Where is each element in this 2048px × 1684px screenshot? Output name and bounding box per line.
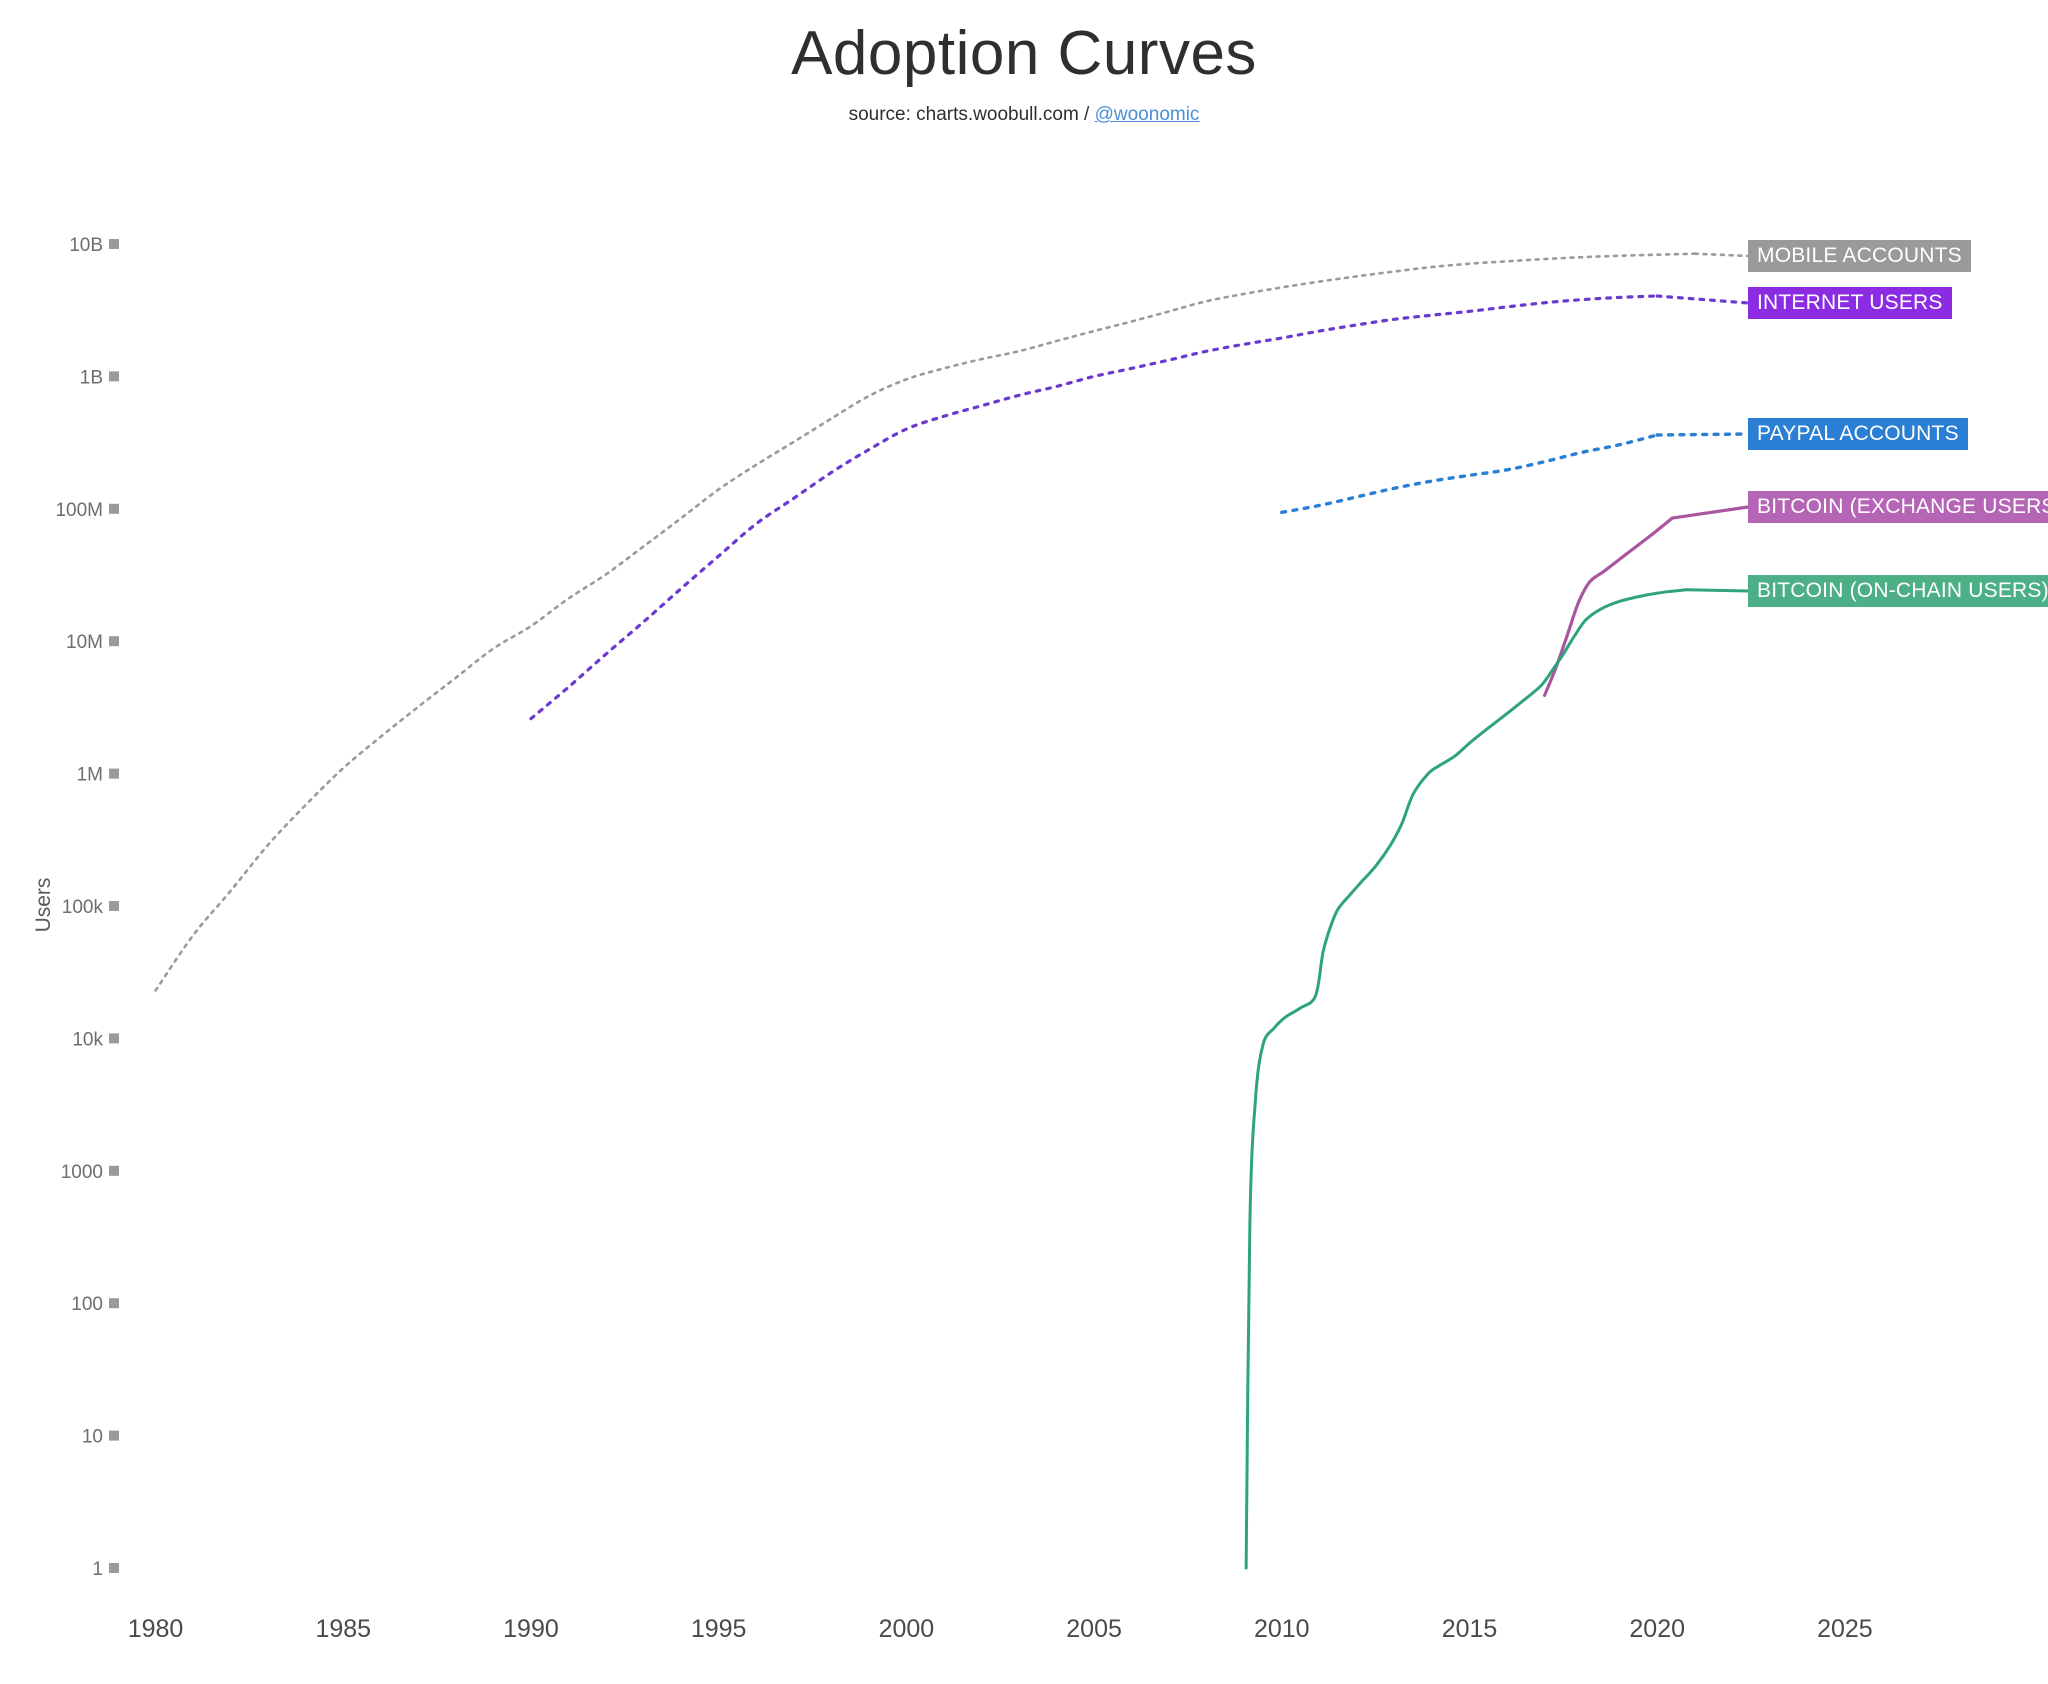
legend-label-text: INTERNET USERS [1757, 291, 1943, 314]
y-tick-marker [109, 1165, 119, 1176]
legend-leader-2 [1655, 432, 1750, 437]
x-tick-label: 1995 [691, 1615, 747, 1643]
y-tick-label: 100k [62, 897, 104, 918]
y-tick-marker [109, 1430, 119, 1441]
axis-titles: Users [32, 878, 55, 933]
plot-area: 10B 1B 100M 10M 1M 100k 10k 1000 100 10 1 1980 1985… [32, 235, 1873, 1643]
y-tick-label: 10M [66, 632, 103, 653]
y-tick-label: 10 [82, 1427, 103, 1448]
series-line-0 [154, 252, 1697, 992]
y-tick-label: 1B [80, 367, 103, 388]
y-tick-label: 1 [92, 1559, 103, 1580]
y-tick-label: 1M [77, 765, 103, 786]
y-tick-label: 100M [55, 500, 103, 521]
x-tick-label: 2015 [1442, 1615, 1498, 1643]
legend-label-text: BITCOIN (ON-CHAIN USERS) 0.3% [1757, 579, 2048, 602]
y-tick-label: 10B [69, 235, 103, 256]
series-layer [154, 252, 1750, 1570]
y-axis-title: Users [32, 878, 55, 933]
y-tick-marker [109, 371, 119, 382]
x-tick-label: 2005 [1066, 1615, 1122, 1643]
legend-label-text: PAYPAL ACCOUNTS [1757, 422, 1959, 445]
y-tick-marker [109, 636, 119, 647]
y-tick-marker [109, 901, 119, 911]
legend-label-4[interactable]: BITCOIN (ON-CHAIN USERS) 0.3% [1748, 575, 2048, 607]
legend-label-0[interactable]: MOBILE ACCOUNTS [1748, 240, 1971, 272]
series-line-2 [1280, 433, 1659, 515]
legend-leader-0 [1693, 252, 1750, 258]
legend-leader-1 [1655, 294, 1750, 305]
x-tick-label: 2010 [1254, 1615, 1310, 1643]
y-tick-marker [109, 1298, 119, 1309]
y-tick-marker [109, 768, 119, 779]
y-tick-marker [109, 1563, 119, 1573]
y-tick-label: 1000 [61, 1162, 103, 1183]
adoption-curves-chart: Adoption Curves source: charts.woobull.c… [0, 0, 2048, 1684]
x-tick-label: 1980 [128, 1615, 184, 1643]
y-tick-marker [109, 239, 119, 249]
y-tick-marker [109, 1033, 119, 1044]
x-tick-label: 1990 [503, 1615, 559, 1643]
x-tick-label: 2020 [1629, 1615, 1685, 1643]
y-axis-ticks: 10B 1B 100M 10M 1M 100k 10k 1000 100 10 1 [55, 235, 119, 1580]
legend-label-text: BITCOIN (EXCHANGE USERS) 1.32% [1757, 495, 2048, 518]
legend-label-3[interactable]: BITCOIN (EXCHANGE USERS) 1.32% [1748, 491, 2048, 523]
legend-label-1[interactable]: INTERNET USERS [1748, 287, 1952, 319]
y-tick-label: 100 [71, 1294, 103, 1315]
series-line-1 [529, 294, 1659, 721]
series-line-4 [1244, 588, 1689, 1570]
y-tick-marker [109, 503, 119, 514]
x-tick-label: 2025 [1817, 1615, 1873, 1643]
legend-label-text: MOBILE ACCOUNTS [1757, 244, 1962, 267]
x-axis-ticks: 1980 1985 1990 1995 2000 2005 2010 2015 2020 2025 [128, 1615, 1873, 1643]
legend-leader-3 [1670, 505, 1750, 520]
x-tick-label: 2000 [879, 1615, 935, 1643]
x-tick-label: 1985 [315, 1615, 371, 1643]
y-tick-label: 10k [72, 1029, 103, 1050]
legend-leader-4 [1685, 588, 1750, 593]
legend-label-2[interactable]: PAYPAL ACCOUNTS [1748, 418, 1968, 450]
